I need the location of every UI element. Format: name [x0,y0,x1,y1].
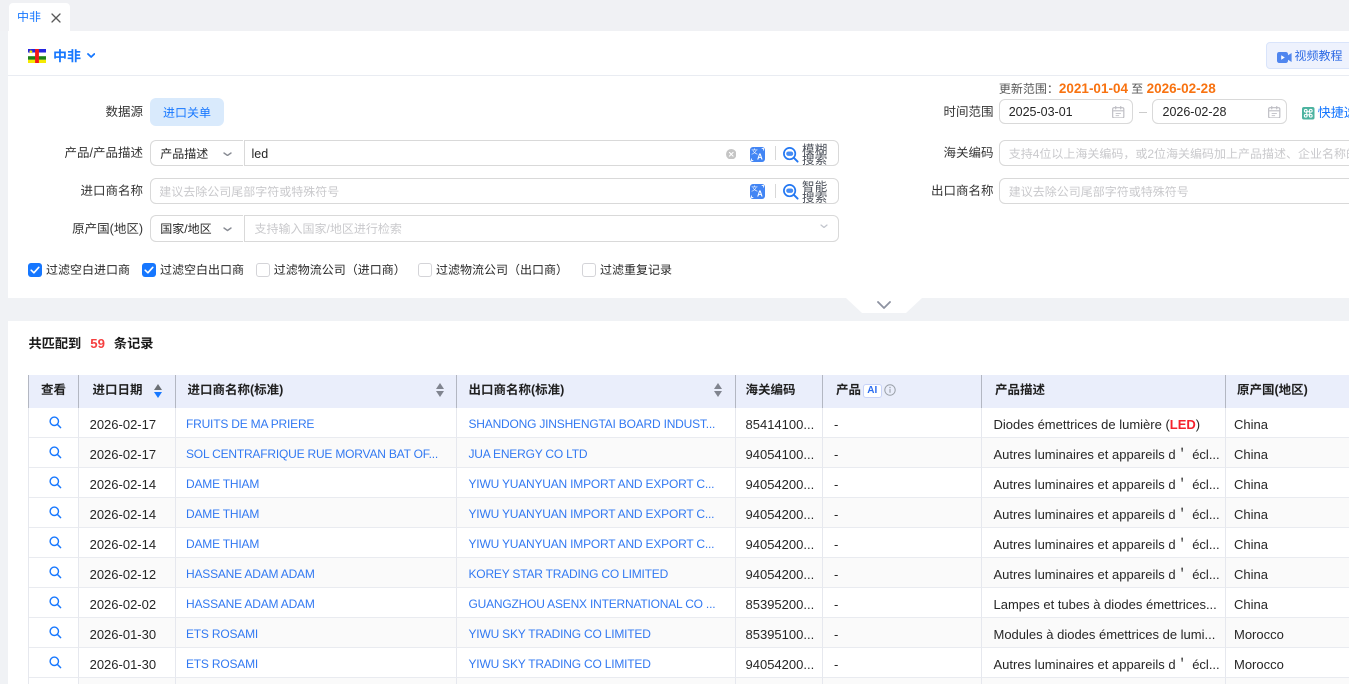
svg-text:A: A [757,152,763,161]
svg-text:A: A [757,190,763,199]
